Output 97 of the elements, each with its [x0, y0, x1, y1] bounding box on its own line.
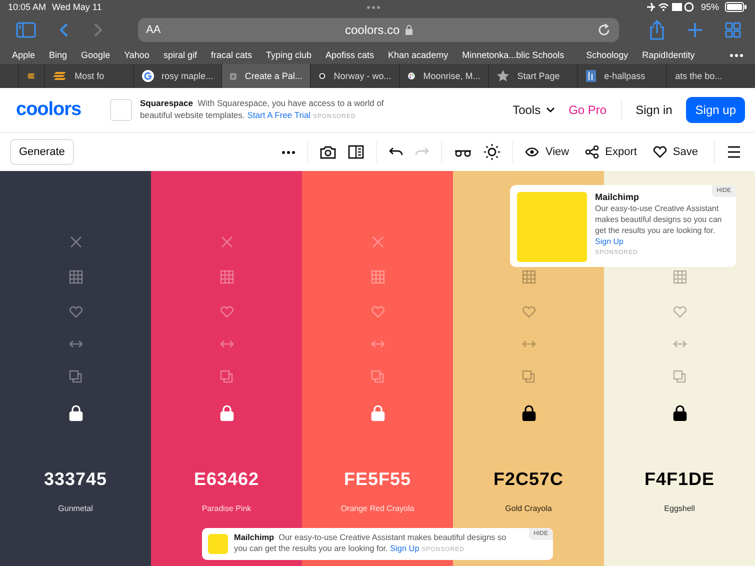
tab-title: rosy maple...	[162, 71, 214, 81]
reload-icon[interactable]	[596, 23, 611, 37]
tab-title: ats the bo...	[675, 71, 722, 81]
color-name[interactable]: Gold Crayola	[505, 504, 552, 513]
ad-image	[208, 534, 228, 554]
generate-button[interactable]: Generate	[10, 139, 74, 165]
share-icon[interactable]	[649, 20, 665, 40]
menu-icon[interactable]	[727, 146, 741, 158]
forward-icon[interactable]	[92, 22, 104, 38]
close-tab-icon[interactable]	[230, 70, 237, 82]
toolbar-action[interactable]: View	[525, 146, 570, 158]
lock-icon[interactable]	[68, 405, 82, 421]
nav-link[interactable]: Sign in	[636, 103, 672, 117]
bookmark-link[interactable]: Yahoo	[124, 50, 150, 60]
redo-icon[interactable]	[415, 147, 430, 157]
undo-icon[interactable]	[389, 147, 404, 157]
remove-icon[interactable]	[70, 236, 82, 248]
drag-arrows-icon[interactable]	[522, 340, 536, 348]
color-name[interactable]: Eggshell	[664, 504, 695, 513]
bookmark-link[interactable]: Google	[81, 50, 110, 60]
ad-image	[517, 192, 587, 262]
tab-title: Norway - wo...	[334, 71, 392, 81]
bookmark-link[interactable]: Bing	[49, 50, 68, 60]
lock-icon[interactable]	[672, 405, 686, 421]
tab-title: Most fo	[74, 71, 104, 81]
pass-icon	[586, 70, 596, 82]
color-name[interactable]: Gunmetal	[58, 504, 93, 513]
copy-icon[interactable]	[69, 370, 82, 383]
tabs-overview-icon[interactable]	[725, 22, 741, 38]
palette-icon	[408, 70, 416, 82]
heart-icon[interactable]	[522, 306, 536, 318]
tab-title: Create a Pal...	[244, 71, 302, 81]
bookmark-link[interactable]: fracal cats	[210, 50, 252, 60]
color-swatch[interactable]: 333745 Gunmetal	[0, 171, 151, 566]
copy-icon[interactable]	[371, 370, 384, 383]
bookmark-link[interactable]: RapidIdentity	[642, 50, 695, 60]
hex-code[interactable]: E63462	[194, 469, 260, 490]
status-time: 10:05 AM	[8, 2, 46, 12]
bookmark-link[interactable]: Typing club	[266, 50, 312, 60]
grid-icon[interactable]	[522, 270, 536, 284]
hex-code[interactable]: F2C57C	[493, 469, 564, 490]
drag-arrows-icon[interactable]	[672, 340, 686, 348]
remove-icon[interactable]	[220, 236, 232, 248]
bookmark-link[interactable]: Khan academy	[388, 50, 448, 60]
tab-title: Start Page	[517, 71, 560, 81]
ad-link[interactable]: Sign Up	[390, 544, 420, 553]
ad-image	[110, 99, 132, 121]
battery-percent: 95%	[700, 2, 719, 12]
tab-title: Moonrise, M...	[423, 71, 480, 81]
browser-tab[interactable]: Create a Pal...	[221, 64, 310, 88]
back-icon[interactable]	[58, 22, 70, 38]
camera-icon[interactable]	[320, 145, 336, 159]
copy-icon[interactable]	[522, 370, 535, 383]
battery-icon	[725, 2, 747, 12]
url-text: coolors.co	[344, 23, 400, 37]
stripes-icon	[52, 71, 67, 81]
copy-icon[interactable]	[220, 370, 233, 383]
nav-link[interactable]: Go Pro	[568, 103, 607, 117]
chevron-icon	[546, 107, 555, 113]
g-logo-icon	[142, 70, 154, 82]
bookmark-link[interactable]: Apofiss cats	[326, 50, 374, 60]
lock-icon	[404, 25, 413, 35]
ad-link[interactable]: Start A Free Trial	[247, 110, 311, 120]
grid-icon[interactable]	[672, 270, 686, 284]
nav-link[interactable]: Tools	[512, 103, 555, 117]
address-field[interactable]: AA coolors.co	[138, 18, 619, 42]
status-icons	[644, 2, 695, 12]
logo[interactable]: coolors	[16, 99, 110, 121]
panel-icon[interactable]	[348, 145, 364, 159]
lock-icon[interactable]	[522, 405, 536, 421]
bookmark-link[interactable]: spiral gif	[163, 50, 197, 60]
hex-code[interactable]: 333745	[44, 469, 108, 490]
copy-icon[interactable]	[673, 370, 686, 383]
tab-title: e-hallpass	[604, 71, 646, 81]
heart-icon	[652, 146, 667, 158]
toolbar-action[interactable]: Export	[585, 145, 637, 159]
star-icon	[497, 70, 510, 82]
eye-icon	[525, 147, 540, 157]
sun-icon[interactable]	[484, 144, 500, 160]
more-icon[interactable]	[282, 150, 296, 154]
share-icon	[585, 145, 600, 159]
text-size-control[interactable]: AA	[146, 24, 161, 36]
toolbar-action[interactable]: Save	[652, 146, 698, 158]
heart-icon[interactable]	[672, 306, 686, 318]
sign-up-button[interactable]: Sign up	[686, 97, 745, 123]
bookmark-link[interactable]: Schoology	[586, 50, 628, 60]
new-tab-icon[interactable]	[687, 22, 703, 38]
globe-icon	[319, 70, 326, 82]
stripes-icon	[27, 71, 36, 81]
status-date: Wed May 11	[52, 2, 102, 12]
hex-code[interactable]: F4F1DE	[644, 469, 715, 490]
remove-icon[interactable]	[372, 236, 384, 248]
more-icon[interactable]	[730, 54, 743, 56]
multitask-icon[interactable]	[366, 6, 380, 8]
sidebar-icon[interactable]	[16, 22, 36, 38]
bookmark-link[interactable]: Apple	[12, 50, 36, 60]
bookmark-link[interactable]: Minnetonka...blic Schools	[462, 50, 564, 60]
